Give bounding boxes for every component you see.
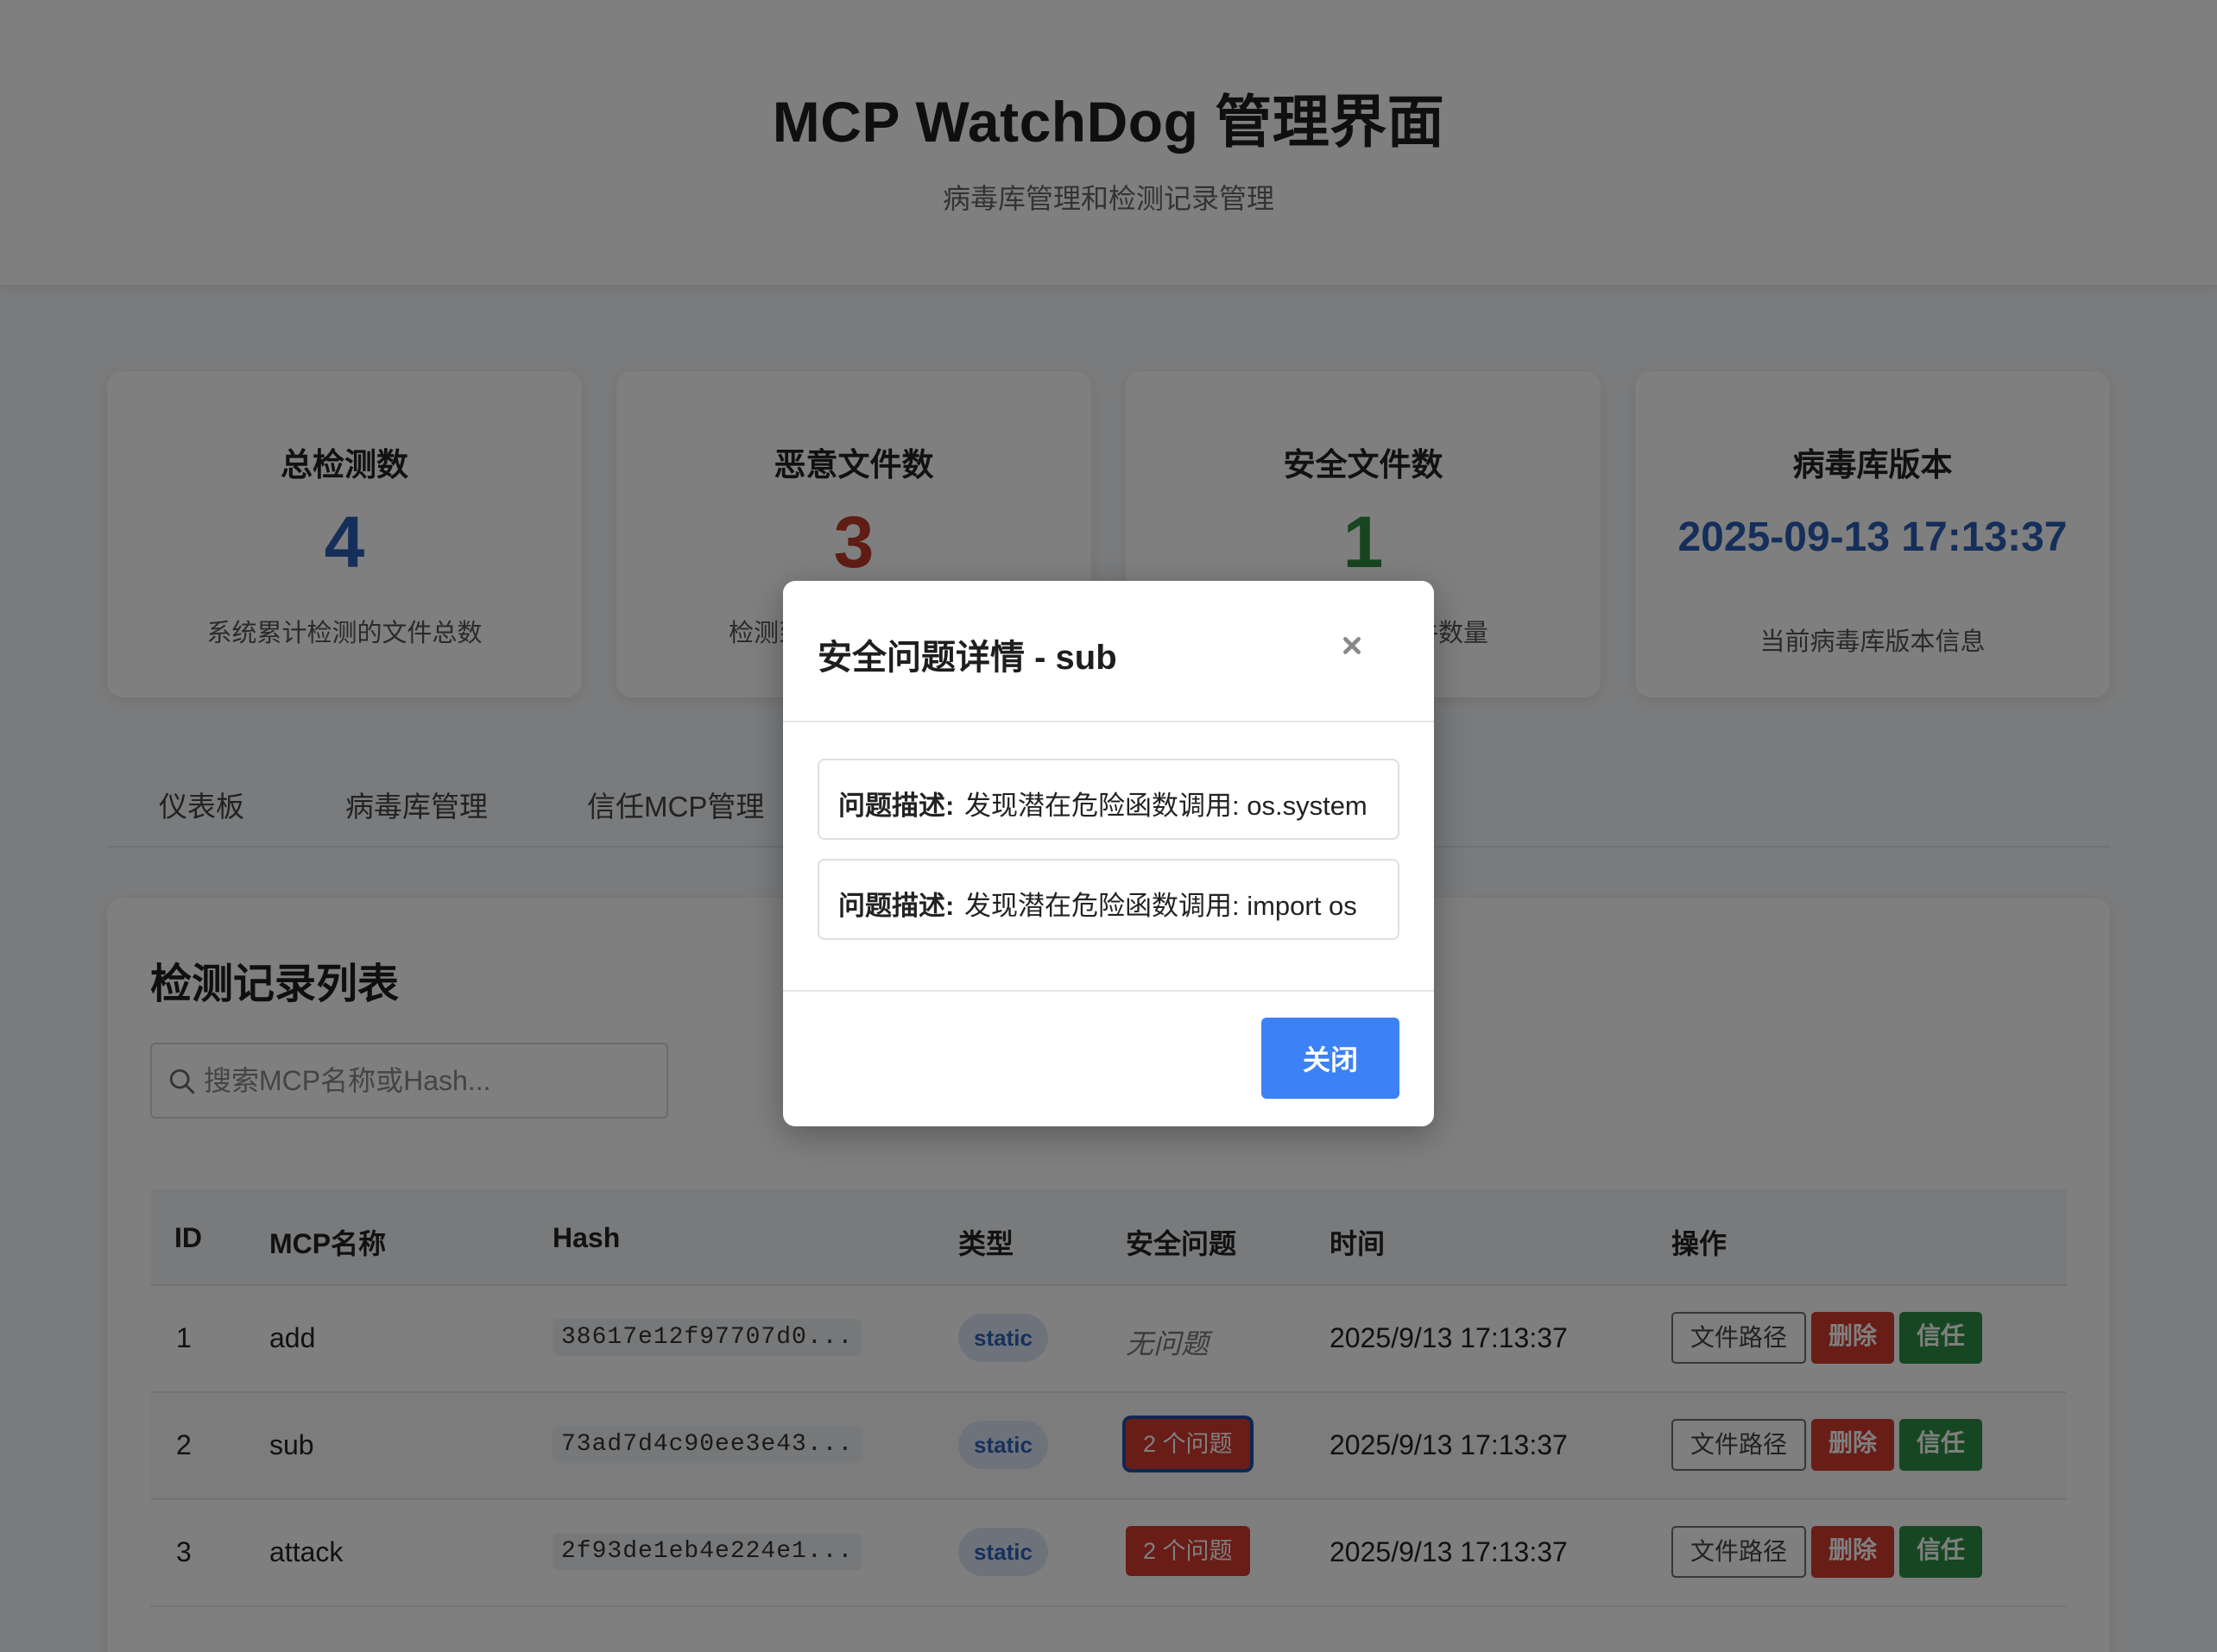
modal-footer: 关闭 [783, 990, 1434, 1126]
issue-item: 问题描述: 发现潜在危险函数调用: os.system [818, 759, 1399, 840]
issue-description: 发现潜在危险函数调用: import os [964, 891, 1357, 921]
issue-detail-modal: 安全问题详情 - sub 问题描述: 发现潜在危险函数调用: os.system… [783, 581, 1434, 1126]
issue-item: 问题描述: 发现潜在危险函数调用: import os [818, 859, 1399, 940]
issue-label: 问题描述: [838, 891, 955, 921]
modal-title: 安全问题详情 - sub [818, 639, 1117, 677]
app-page: MCP WatchDog 管理界面 病毒库管理和检测记录管理 总检测数 4 系统… [0, 0, 2217, 1652]
issue-description: 发现潜在危险函数调用: os.system [964, 791, 1367, 821]
close-button[interactable]: 关闭 [1261, 1018, 1399, 1099]
modal-header: 安全问题详情 - sub [783, 581, 1434, 722]
issue-label: 问题描述: [838, 791, 955, 821]
close-icon[interactable] [1332, 626, 1372, 665]
